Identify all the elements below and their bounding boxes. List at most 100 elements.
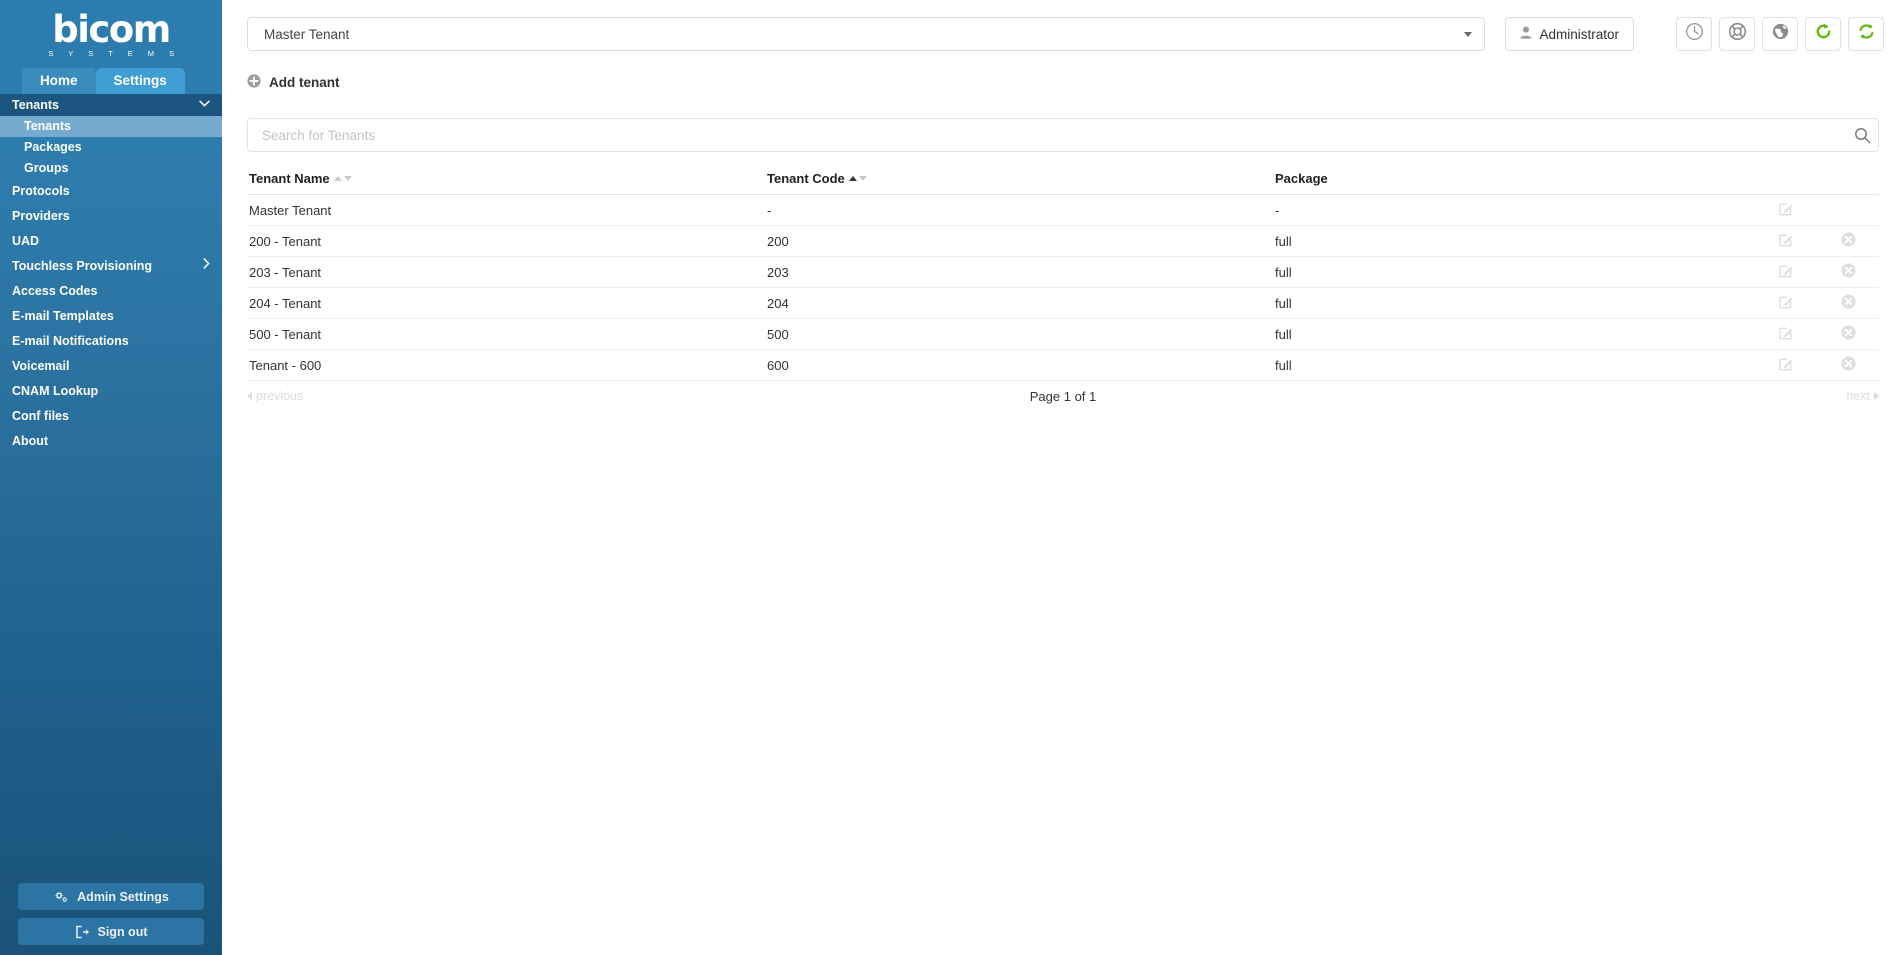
sidebar-item-tenants[interactable]: Tenants [0, 116, 222, 137]
sidebar-item-email-notifications[interactable]: E-mail Notifications [0, 329, 222, 354]
delete-icon[interactable] [1841, 263, 1856, 278]
globe-icon-button[interactable] [1762, 17, 1798, 51]
column-label: Package [1275, 171, 1328, 186]
column-header-tenant-name[interactable]: Tenant Name [247, 171, 767, 195]
top-bar: Master Tenant Administrator [222, 0, 1904, 68]
column-label: Tenant Code [767, 171, 845, 186]
cell-delete-action [1817, 318, 1879, 350]
table-row[interactable]: 203 - Tenant 203 full [247, 256, 1879, 288]
delete-icon[interactable] [1841, 356, 1856, 371]
cell-edit-action [1755, 225, 1817, 257]
cell-package: full [1275, 256, 1755, 288]
previous-label: previous [256, 389, 304, 403]
table-header-row: Tenant Name Tenant Code Package [247, 171, 1879, 195]
application-window: bicom S Y S T E M S Home Settings Tenant… [0, 0, 1904, 955]
sidebar-tabs: Home Settings [0, 68, 222, 94]
sidebar-item-voicemail[interactable]: Voicemail [0, 354, 222, 379]
sidebar-item-access-codes[interactable]: Access Codes [0, 279, 222, 304]
next-page-button[interactable]: next [1846, 389, 1879, 403]
sidebar-item-touchless-provisioning[interactable]: Touchless Provisioning [0, 254, 222, 279]
sidebar-group-label: Tenants [12, 98, 59, 112]
page-info: Page 1 of 1 [1029, 388, 1097, 404]
user-menu-button[interactable]: Administrator [1505, 17, 1634, 51]
sidebar-item-email-templates[interactable]: E-mail Templates [0, 304, 222, 329]
cell-tenant-name: Master Tenant [247, 194, 767, 226]
cell-tenant-code: 203 [767, 256, 1275, 288]
table-body: Master Tenant - - 200 - Tenant 200 full … [247, 194, 1879, 381]
cell-tenant-code: 500 [767, 318, 1275, 350]
admin-settings-button[interactable]: Admin Settings [18, 883, 204, 910]
sidebar-item-about[interactable]: About [0, 429, 222, 454]
sync-icon-button[interactable] [1848, 17, 1884, 51]
table-row[interactable]: Tenant - 600 600 full [247, 349, 1879, 381]
cell-delete-action [1817, 194, 1879, 226]
chevron-right-icon [1874, 392, 1879, 400]
table-row[interactable]: Master Tenant - - [247, 194, 1879, 226]
edit-icon[interactable] [1778, 356, 1794, 371]
clock-icon-button[interactable] [1676, 17, 1712, 51]
sort-arrows-tenant-code[interactable] [848, 176, 867, 181]
cell-tenant-name: 203 - Tenant [247, 256, 767, 288]
delete-icon[interactable] [1841, 232, 1856, 247]
cell-delete-action [1817, 287, 1879, 319]
chevron-down-icon [199, 94, 210, 116]
sidebar: bicom S Y S T E M S Home Settings Tenant… [0, 0, 222, 955]
sort-arrows-tenant-name[interactable] [333, 176, 352, 181]
edit-icon[interactable] [1778, 294, 1794, 309]
sidebar-item-cnam-lookup[interactable]: CNAM Lookup [0, 379, 222, 404]
cell-tenant-name: 204 - Tenant [247, 287, 767, 319]
sidebar-item-label: Voicemail [12, 359, 70, 373]
user-menu-label: Administrator [1539, 26, 1619, 42]
cell-tenant-name: Tenant - 600 [247, 349, 767, 381]
gears-icon [53, 890, 69, 904]
edit-icon[interactable] [1778, 201, 1794, 216]
sidebar-item-protocols[interactable]: Protocols [0, 179, 222, 204]
add-tenant-button[interactable]: Add tenant [247, 73, 340, 91]
cell-package: - [1275, 194, 1755, 226]
sign-out-button[interactable]: Sign out [18, 918, 204, 945]
sidebar-item-label: About [12, 434, 49, 448]
table-row[interactable]: 204 - Tenant 204 full [247, 287, 1879, 319]
actions-row: Add tenant [222, 68, 1904, 96]
sidebar-item-groups[interactable]: Groups [0, 158, 222, 179]
sort-desc-icon [343, 176, 352, 181]
cell-edit-action [1755, 318, 1817, 350]
sidebar-item-label: Touchless Provisioning [12, 259, 153, 273]
sidebar-item-label: Packages [24, 140, 82, 154]
cell-package: full [1275, 287, 1755, 319]
cell-tenant-code: 200 [767, 225, 1275, 257]
tab-settings[interactable]: Settings [95, 68, 185, 94]
delete-icon[interactable] [1841, 325, 1856, 340]
sort-desc-icon [858, 176, 867, 181]
chevron-left-icon [247, 392, 252, 400]
sidebar-item-uad[interactable]: UAD [0, 229, 222, 254]
table-row[interactable]: 500 - Tenant 500 full [247, 318, 1879, 350]
previous-page-button[interactable]: previous [247, 389, 303, 403]
table-row[interactable]: 200 - Tenant 200 full [247, 225, 1879, 257]
plus-circle-icon [247, 73, 261, 91]
delete-icon[interactable] [1841, 294, 1856, 309]
cell-delete-action [1817, 256, 1879, 288]
sidebar-group-tenants[interactable]: Tenants [0, 94, 222, 116]
edit-icon[interactable] [1778, 263, 1794, 278]
edit-icon[interactable] [1778, 325, 1794, 340]
tenant-selector[interactable]: Master Tenant [247, 17, 1486, 51]
sidebar-item-providers[interactable]: Providers [0, 204, 222, 229]
globe-icon [1771, 22, 1790, 46]
help-icon-button[interactable] [1719, 17, 1755, 51]
edit-icon[interactable] [1778, 232, 1794, 247]
tab-home[interactable]: Home [22, 68, 96, 94]
sidebar-item-conf-files[interactable]: Conf files [0, 404, 222, 429]
search-icon[interactable] [1854, 118, 1871, 152]
sidebar-item-packages[interactable]: Packages [0, 137, 222, 158]
toolbar-icons [1676, 17, 1884, 51]
refresh-icon-button[interactable] [1805, 17, 1841, 51]
cell-tenant-name: 200 - Tenant [247, 225, 767, 257]
pagination: previous Page 1 of 1 next [247, 381, 1879, 411]
cell-tenant-code: - [767, 194, 1275, 226]
column-header-tenant-code[interactable]: Tenant Code [767, 171, 1275, 195]
column-header-delete [1817, 171, 1879, 195]
search-input[interactable] [247, 118, 1879, 152]
cell-package: full [1275, 318, 1755, 350]
clock-icon [1685, 22, 1704, 46]
